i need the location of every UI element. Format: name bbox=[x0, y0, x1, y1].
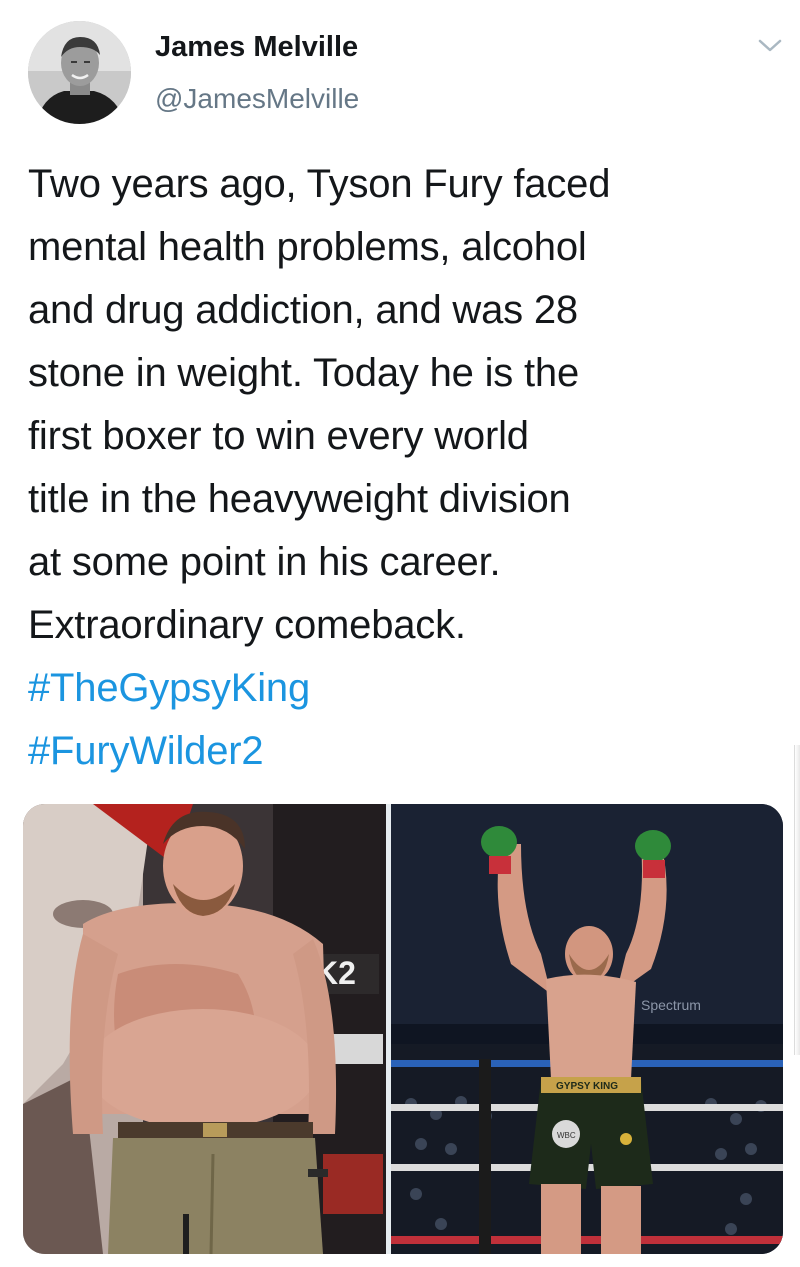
avatar[interactable] bbox=[28, 21, 131, 124]
trunks-text: GYPSY KING bbox=[556, 1081, 618, 1092]
arena-banner-text: Spectrum bbox=[641, 997, 701, 1013]
author-handle[interactable]: @JamesMelville bbox=[155, 83, 359, 115]
tweet-media: K2 Spectrum GYPSY KING WBC bbox=[23, 804, 783, 1254]
tweet-text-line: at some point in his career. bbox=[28, 540, 501, 584]
avatar-photo bbox=[28, 21, 131, 124]
tweet-text-line: stone in weight. Today he is the bbox=[28, 351, 580, 395]
tweet-text-line: mental health problems, alcohol bbox=[28, 225, 587, 269]
author-display-name[interactable]: James Melville bbox=[155, 31, 358, 64]
chevron-down-icon[interactable] bbox=[756, 36, 784, 56]
hashtag-link[interactable]: #TheGypsyKing bbox=[28, 657, 788, 720]
belt-emblem-text: WBC bbox=[557, 1131, 576, 1140]
tweet-text-line: Extraordinary comeback. bbox=[28, 603, 466, 647]
scrollbar[interactable] bbox=[794, 745, 800, 1055]
tweet-text-line: first boxer to win every world bbox=[28, 414, 529, 458]
media-photo-left[interactable]: K2 bbox=[23, 804, 386, 1254]
tweet-text-line: title in the heavyweight division bbox=[28, 477, 571, 521]
tweet-text-line: and drug addiction, and was 28 bbox=[28, 288, 578, 332]
tweet-card: James Melville @JamesMelville Two years … bbox=[0, 0, 800, 1267]
hashtag-link[interactable]: #FuryWilder2 bbox=[28, 720, 788, 783]
tweet-text-line: Two years ago, Tyson Fury faced bbox=[28, 162, 611, 206]
tweet-body: Two years ago, Tyson Fury faced mental h… bbox=[28, 153, 788, 783]
media-photo-right[interactable]: Spectrum GYPSY KING WBC bbox=[391, 804, 783, 1254]
